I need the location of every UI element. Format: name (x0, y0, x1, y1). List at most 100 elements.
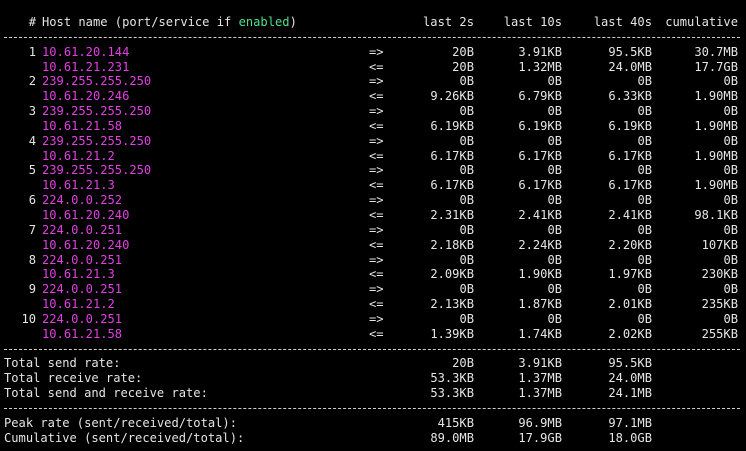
send-last-10s-value: 0B (547, 222, 562, 237)
connection-index: 4 (28, 133, 36, 148)
recv-last-10s-value: 2.24KB (518, 237, 562, 252)
send-cumulative-value: 0B (723, 222, 738, 237)
table-row: 4 239.255.255.250 => 0B 0B 0B 0B (0, 134, 746, 149)
table-row: 10.61.21.2 <= 2.13KB 1.87KB 2.01KB 235KB (0, 297, 746, 312)
separator-line (0, 342, 746, 357)
remote-host: 10.61.21.2 (42, 297, 115, 312)
local-host: 224.0.0.251 (42, 311, 123, 326)
recv-last-40s-value: 1.97KB (608, 267, 652, 282)
table-row: 10.61.21.58 <= 6.19KB 6.19KB 6.19KB 1.90MB (0, 119, 746, 134)
total-rate-row-value: 24.1MB (608, 386, 652, 401)
enabled-label: enabled (238, 15, 290, 29)
table-row: 1 10.61.20.144 => 20B 3.91KB 95.5KB 30.7MB (0, 45, 746, 60)
table-row: 3 239.255.255.250 => 0B 0B 0B 0B (0, 104, 746, 119)
recv-last-40s-value: 2.41KB (608, 207, 652, 222)
send-direction-arrow: => (369, 282, 384, 297)
receive-direction-arrow: <= (369, 207, 384, 222)
receive-direction-arrow: <= (369, 237, 384, 252)
summary-section: Peak rate (sent/received/total): 415KB 96.… (0, 416, 746, 446)
send-last-40s-value: 0B (637, 104, 652, 119)
recv-last-40s-value: 2.01KB (608, 297, 652, 312)
recv-last-2s-value: 6.17KB (430, 148, 474, 163)
recv-cumulative-value: 1.90MB (694, 178, 738, 193)
summary-row-value: 96.9MB (518, 415, 562, 430)
send-last-10s-value: 0B (547, 252, 562, 267)
send-last-2s-value: 0B (459, 311, 474, 326)
local-host: 239.255.255.250 (42, 133, 152, 148)
total-rate-row: Total send rate: 20B 3.91KB 95.5KB (0, 356, 746, 371)
summary-row-label: Cumulative (sent/received/total): (4, 430, 245, 445)
remote-host: 10.61.21.58 (42, 326, 123, 341)
table-row: 10.61.21.58 <= 1.39KB 1.74KB 2.02KB 255KB (0, 327, 746, 342)
total-rate-row-label: Total send rate: (4, 356, 121, 371)
send-cumulative-value: 0B (723, 133, 738, 148)
recv-last-10s-value: 2.41KB (518, 207, 562, 222)
send-last-2s-value: 20B (452, 44, 474, 59)
send-direction-arrow: => (369, 104, 384, 119)
send-cumulative-value: 0B (723, 282, 738, 297)
recv-last-40s-value: 2.02KB (608, 326, 652, 341)
table-row: 10 224.0.0.251 => 0B 0B 0B 0B (0, 312, 746, 327)
local-host: 224.0.0.252 (42, 193, 123, 208)
local-host: 224.0.0.251 (42, 222, 123, 237)
receive-direction-arrow: <= (369, 59, 384, 74)
terminal-window[interactable]: # Host name (port/service if enabled) la… (0, 0, 746, 451)
host-header-suffix: ) (289, 15, 297, 29)
summary-row-value: 89.0MB (430, 430, 474, 445)
last-10s-column-header: last 10s (503, 15, 562, 29)
connection-list: 1 10.61.20.144 => 20B 3.91KB 95.5KB 30.7MB 10.6… (0, 45, 746, 342)
send-last-40s-value: 95.5KB (608, 44, 652, 59)
total-rate-row-value: 20B (452, 356, 474, 371)
total-rate-row-value: 1.37MB (518, 371, 562, 386)
total-rate-row-value: 53.3KB (430, 386, 474, 401)
total-rate-row-label: Total receive rate: (4, 371, 143, 386)
send-last-2s-value: 0B (459, 74, 474, 89)
send-direction-arrow: => (369, 74, 384, 89)
recv-cumulative-value: 98.1KB (694, 207, 738, 222)
recv-last-10s-value: 6.19KB (518, 118, 562, 133)
send-last-40s-value: 0B (637, 133, 652, 148)
table-row: 10.61.21.3 <= 2.09KB 1.90KB 1.97KB 230KB (0, 267, 746, 282)
table-row: 9 224.0.0.251 => 0B 0B 0B 0B (0, 282, 746, 297)
recv-last-40s-value: 6.19KB (608, 118, 652, 133)
connection-index: 10 (21, 311, 36, 326)
send-last-10s-value: 0B (547, 104, 562, 119)
send-last-2s-value: 0B (459, 193, 474, 208)
summary-row-value: 97.1MB (608, 415, 652, 430)
send-last-2s-value: 0B (459, 163, 474, 178)
send-cumulative-value: 0B (723, 163, 738, 178)
receive-direction-arrow: <= (369, 297, 384, 312)
connection-index: 6 (28, 193, 36, 208)
recv-last-10s-value: 1.90KB (518, 267, 562, 282)
table-row: 10.61.21.2 <= 6.17KB 6.17KB 6.17KB 1.90MB (0, 149, 746, 164)
recv-cumulative-value: 230KB (701, 267, 738, 282)
send-last-10s-value: 0B (547, 311, 562, 326)
recv-cumulative-value: 1.90MB (694, 118, 738, 133)
local-host: 239.255.255.250 (42, 74, 152, 89)
summary-row-value: 18.0GB (608, 430, 652, 445)
recv-last-40s-value: 2.20KB (608, 237, 652, 252)
total-rate-row-label: Total send and receive rate: (4, 386, 208, 401)
recv-last-2s-value: 2.18KB (430, 237, 474, 252)
recv-last-10s-value: 1.32MB (518, 59, 562, 74)
cumulative-column-header: cumulative (665, 15, 738, 29)
receive-direction-arrow: <= (369, 89, 384, 104)
total-rate-row-value: 95.5KB (608, 356, 652, 371)
send-last-10s-value: 0B (547, 193, 562, 208)
send-last-10s-value: 0B (547, 74, 562, 89)
send-last-10s-value: 0B (547, 163, 562, 178)
summary-row: Cumulative (sent/received/total): 89.0MB 1… (0, 431, 746, 446)
local-host: 239.255.255.250 (42, 163, 152, 178)
total-rate-row-value: 3.91KB (518, 356, 562, 371)
connection-index: 1 (28, 44, 36, 59)
recv-cumulative-value: 107KB (701, 237, 738, 252)
table-row: 8 224.0.0.251 => 0B 0B 0B 0B (0, 253, 746, 268)
remote-host: 10.61.20.240 (42, 207, 130, 222)
summary-row-value: 415KB (437, 415, 474, 430)
recv-last-40s-value: 6.33KB (608, 89, 652, 104)
send-last-2s-value: 0B (459, 104, 474, 119)
separator-line (0, 30, 746, 45)
recv-last-2s-value: 9.26KB (430, 89, 474, 104)
send-last-40s-value: 0B (637, 193, 652, 208)
recv-last-2s-value: 20B (452, 59, 474, 74)
